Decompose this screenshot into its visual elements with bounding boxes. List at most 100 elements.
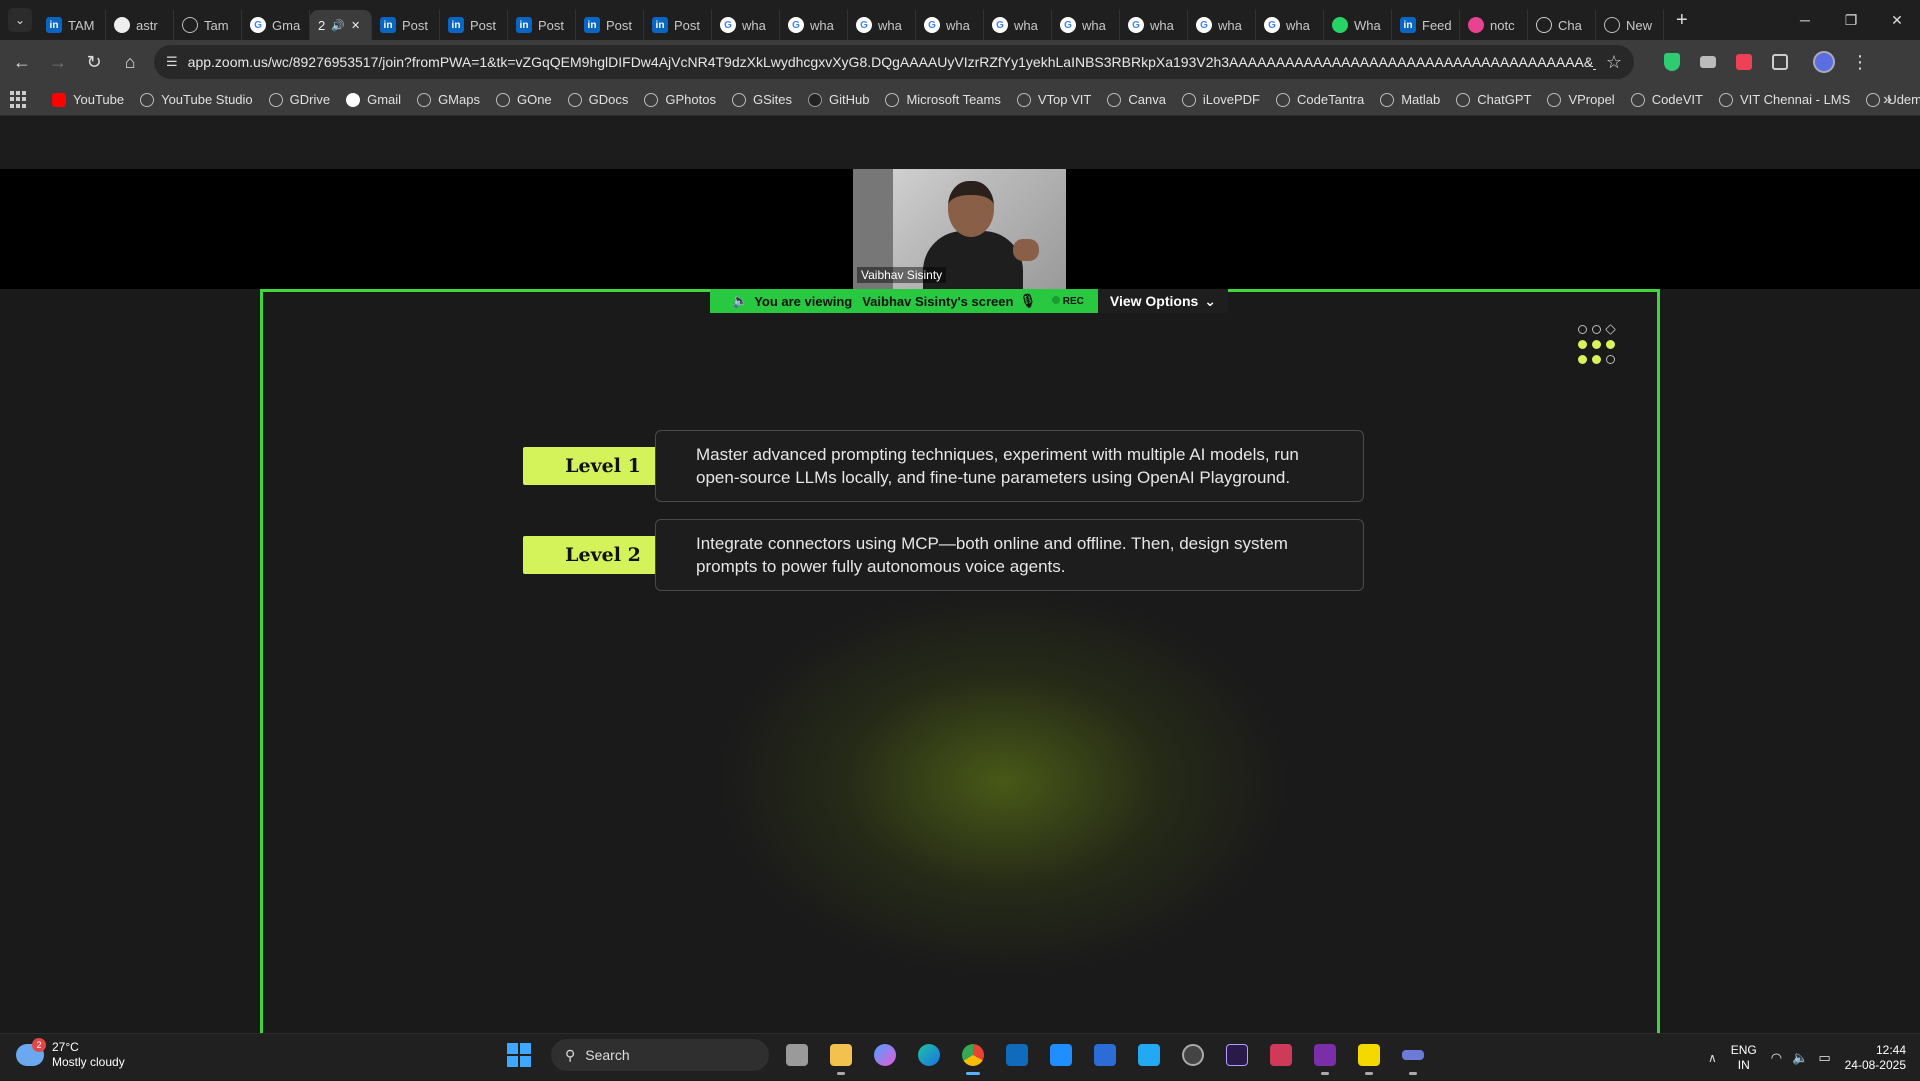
tab-title: Feed <box>1422 17 1452 33</box>
browser-tab[interactable]: Tam <box>174 10 242 40</box>
home-button[interactable]: ⌂ <box>112 44 148 80</box>
bookmark-item[interactable]: VPropel <box>1539 92 1622 107</box>
participant-video-tile[interactable]: Vaibhav Sisinty <box>853 169 1066 289</box>
bookmark-item[interactable]: Microsoft Teams <box>877 92 1008 107</box>
site-info-icon[interactable]: ☰ <box>166 54 178 70</box>
bookmark-item[interactable]: GDocs <box>560 92 637 107</box>
task-view-icon[interactable] <box>781 1039 813 1071</box>
browser-tab[interactable]: in Post <box>372 10 440 40</box>
browser-tab[interactable]: Gwha <box>916 10 984 40</box>
browser-tab[interactable]: New <box>1596 10 1664 40</box>
restore-button[interactable]: ❐ <box>1828 0 1874 40</box>
camera-extension-icon[interactable] <box>1690 44 1726 80</box>
bookmark-item[interactable]: YouTube <box>44 92 132 107</box>
back-button[interactable]: ← <box>4 44 40 80</box>
globe-icon <box>140 92 155 107</box>
bookmark-item[interactable]: GitHub <box>800 92 877 107</box>
browser-tab[interactable]: notc <box>1460 10 1528 40</box>
address-bar[interactable]: ☰ app.zoom.us/wc/89276953517/join?fromPW… <box>154 45 1634 79</box>
apps-grid-icon[interactable] <box>10 90 26 109</box>
bookmark-item[interactable]: CodeTantra <box>1268 92 1372 107</box>
new-tab-button[interactable]: + <box>1676 9 1688 32</box>
zoom-app-icon[interactable] <box>1397 1039 1429 1075</box>
bookmark-item[interactable]: GMaps <box>409 92 488 107</box>
start-button[interactable] <box>503 1039 535 1071</box>
bookmark-item[interactable]: GOne <box>488 92 560 107</box>
bookmark-item[interactable]: VTop VIT <box>1009 92 1099 107</box>
pocket-extension-icon[interactable] <box>1726 44 1762 80</box>
bookmark-star-icon[interactable]: ☆ <box>1606 52 1622 73</box>
browser-tab[interactable]: Wha <box>1324 10 1392 40</box>
obs-icon[interactable] <box>1177 1039 1209 1071</box>
chevron-down-icon: ⌄ <box>1204 292 1217 309</box>
minimize-button[interactable]: ─ <box>1782 0 1828 40</box>
browser-tab[interactable]: in Post <box>644 10 712 40</box>
azure-data-icon[interactable] <box>1089 1039 1121 1071</box>
browser-tab[interactable]: Gwha <box>1188 10 1256 40</box>
sticky-notes-icon[interactable] <box>1353 1039 1385 1075</box>
browser-menu-icon[interactable]: ⋮ <box>1842 44 1878 80</box>
show-hidden-icons[interactable]: ∧ <box>1708 1051 1717 1065</box>
bookmark-item[interactable]: Canva <box>1099 92 1174 107</box>
taskbar-search[interactable]: ⚲ Search <box>551 1039 769 1071</box>
close-tab-icon[interactable]: ✕ <box>351 19 360 32</box>
search-icon: ⚲ <box>565 1046 576 1063</box>
browser-tab[interactable]: Gwha <box>848 10 916 40</box>
clock[interactable]: 12:44 24-08-2025 <box>1845 1043 1906 1073</box>
close-window-button[interactable]: ✕ <box>1874 0 1920 40</box>
premiere-pro-icon[interactable] <box>1221 1039 1253 1071</box>
browser-tab[interactable]: Gwha <box>1120 10 1188 40</box>
view-options-button[interactable]: View Options ⌄ <box>1097 289 1229 313</box>
bookmark-item[interactable]: VIT Chennai - LMS <box>1711 92 1858 107</box>
audio-playing-icon[interactable]: 🔊 <box>331 19 345 32</box>
reload-button[interactable]: ↻ <box>76 44 112 80</box>
forward-button[interactable]: → <box>40 44 76 80</box>
onenote-icon[interactable] <box>1309 1039 1341 1075</box>
system-tray: ∧ ENG IN ◠ 🔈 ▭ 12:44 24-08-2025 <box>1708 1034 1920 1081</box>
browser-tab[interactable]: 2 🔊 ✕ <box>310 10 372 40</box>
language-indicator[interactable]: ENG IN <box>1731 1043 1757 1073</box>
shield-extension-icon[interactable] <box>1654 44 1690 80</box>
browser-tab[interactable]: Cha <box>1528 10 1596 40</box>
tab-title: New <box>1626 17 1653 33</box>
microsoft-store-icon[interactable] <box>1045 1039 1077 1071</box>
extensions-puzzle-icon[interactable] <box>1762 44 1798 80</box>
url-text[interactable]: app.zoom.us/wc/89276953517/join?fromPWA=… <box>188 54 1596 70</box>
outlook-icon[interactable] <box>1001 1039 1033 1071</box>
quick-settings[interactable]: ◠ 🔈 ▭ <box>1771 1050 1831 1066</box>
bookmark-item[interactable]: YouTube Studio <box>132 92 261 107</box>
bookmark-item[interactable]: Gmail <box>338 92 409 107</box>
more-bookmarks-icon[interactable]: » <box>1883 91 1892 109</box>
browser-tab[interactable]: Gwha <box>1052 10 1120 40</box>
snipping-tool-icon[interactable] <box>1265 1039 1297 1071</box>
browser-tab[interactable]: Gwha <box>984 10 1052 40</box>
chrome-icon[interactable] <box>957 1039 989 1075</box>
browser-tab[interactable]: Gwha <box>712 10 780 40</box>
tab-title: wha <box>946 17 970 33</box>
browser-tab[interactable]: in Feed <box>1392 10 1460 40</box>
bookmark-item[interactable]: GSites <box>724 92 800 107</box>
browser-tab[interactable]: in Post <box>440 10 508 40</box>
browser-tab[interactable]: Gwha <box>780 10 848 40</box>
bookmark-item[interactable]: GDrive <box>261 92 338 107</box>
bookmark-item[interactable]: Matlab <box>1372 92 1448 107</box>
zoom-top-strip <box>0 117 1920 169</box>
profile-avatar[interactable] <box>1806 44 1842 80</box>
file-explorer-icon[interactable] <box>825 1039 857 1075</box>
browser-tab[interactable]: astr <box>106 10 174 40</box>
bookmark-item[interactable]: GPhotos <box>636 92 724 107</box>
edge-icon[interactable] <box>913 1039 945 1071</box>
bookmark-item[interactable]: iLovePDF <box>1174 92 1268 107</box>
copilot-icon[interactable] <box>869 1039 901 1071</box>
browser-tab[interactable]: in TAM <box>38 10 106 40</box>
browser-tab[interactable]: G Gma <box>242 10 310 40</box>
browser-tab[interactable]: in Post <box>576 10 644 40</box>
bookmark-item[interactable]: CodeVIT <box>1623 92 1711 107</box>
bookmark-item[interactable]: ChatGPT <box>1448 92 1539 107</box>
browser-tab[interactable]: in Post <box>508 10 576 40</box>
browser-tab[interactable]: Gwha <box>1256 10 1324 40</box>
tab-search-button[interactable]: ⌄ <box>8 8 32 32</box>
weather-widget[interactable]: 2 27°C Mostly cloudy <box>16 1038 125 1070</box>
linkedin-icon: in <box>448 17 464 33</box>
vscode-icon[interactable] <box>1133 1039 1165 1071</box>
